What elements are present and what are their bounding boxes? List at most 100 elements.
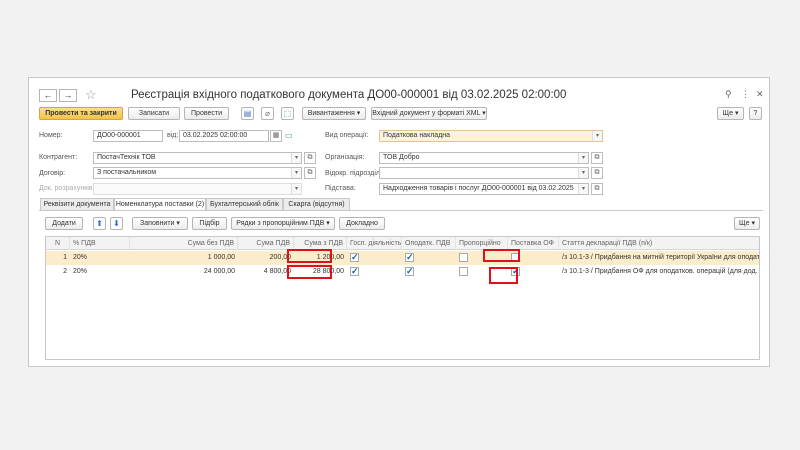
chevron-down-icon: ▾ <box>578 153 588 163</box>
forward-arrow-icon[interactable]: → <box>59 89 77 102</box>
open-link-icon[interactable]: ⧉ <box>591 152 603 164</box>
chevron-down-icon: ▾ <box>291 153 301 163</box>
calendar-icon[interactable]: ▦ <box>270 130 282 142</box>
xml-document-label: Вхідний документ у форматі XML <box>372 110 481 117</box>
open-link-icon[interactable]: ⧉ <box>304 167 316 179</box>
status-icon: ▭ <box>285 131 293 140</box>
contract-label: Договір: <box>39 170 66 177</box>
fill-label: Заповнити <box>140 220 175 227</box>
chevron-down-icon: ▾ <box>291 184 301 194</box>
basis-label: Підстава: <box>325 185 356 192</box>
favorite-star-icon[interactable]: ☆ <box>85 87 97 103</box>
highlight-fixed-asset-row-1 <box>483 249 520 262</box>
cell-vat[interactable]: 4 800,00 <box>238 265 294 279</box>
proportional-rows-label: Рядки з пропорційним ПДВ <box>236 220 325 227</box>
date-from-label: від: <box>167 132 179 139</box>
table-more-button[interactable]: Ще ▾ <box>734 217 760 230</box>
save-button[interactable]: Записати <box>128 107 180 120</box>
upload-dropdown-button[interactable]: Вивантаження ▾ <box>302 107 366 120</box>
menu-dots-icon[interactable]: ⋮ <box>741 89 750 100</box>
table-more-label: Ще <box>739 220 750 227</box>
proportional-checkbox[interactable] <box>459 267 468 276</box>
print-icon[interactable]: ▤ <box>241 107 254 120</box>
operation-value: Податкова накладна <box>383 132 451 139</box>
contract-value: З постачальником <box>97 169 157 176</box>
move-down-icon[interactable]: ⬇ <box>110 217 123 230</box>
counterparty-value: ПостачТехнік ТОВ <box>97 154 156 161</box>
proportional-rows-button[interactable]: Рядки з пропорційним ПДВ ▾ <box>231 217 335 230</box>
proportional-checkbox[interactable] <box>459 253 468 262</box>
number-field[interactable]: ДО00-000001 <box>93 130 163 142</box>
column-header-amount-no-vat[interactable]: Сума без ПДВ <box>130 237 238 250</box>
column-header-vat[interactable]: Сума ПДВ <box>238 237 294 250</box>
more-button[interactable]: Ще ▾ <box>717 107 744 120</box>
cell-declaration-item[interactable]: /з 10.1-3 / Придбання на митній територі… <box>559 251 759 265</box>
fill-dropdown-button[interactable]: Заповнити ▾ <box>132 217 188 230</box>
taxable-checkbox[interactable]: ✓ <box>405 253 414 262</box>
basis-field[interactable]: Надходження товарів і послуг ДО00-000001… <box>379 183 589 195</box>
table-row[interactable]: 2 20% 24 000,00 4 800,00 28 800,00 ✓ ✓ ✓… <box>46 265 759 279</box>
cell-declaration-item[interactable]: /з 10.1-3 / Придбання ОФ для оподатков. … <box>559 265 759 279</box>
date-value: 03.02.2025 02:00:00 <box>183 132 248 139</box>
back-arrow-icon[interactable]: ← <box>39 89 57 102</box>
attachment-icon[interactable]: ⌀ <box>261 107 274 120</box>
table-row[interactable]: 1 20% 1 000,00 200,00 1 200,00 ✓ ✓ /з 10… <box>46 251 759 265</box>
more-label: Ще <box>722 110 733 117</box>
division-label: Відокр. підрозділ: <box>325 170 382 177</box>
settlement-doc-field: ▾ <box>93 183 302 195</box>
organization-field[interactable]: ТОВ Добро ▾ <box>379 152 589 164</box>
column-header-vat-rate[interactable]: % ПДВ <box>70 237 130 250</box>
items-table: N % ПДВ Сума без ПДВ Сума ПДВ Сума з ПДВ… <box>45 236 760 360</box>
cell-amount-no-vat[interactable]: 1 000,00 <box>130 251 238 265</box>
close-icon[interactable]: ✕ <box>756 89 764 100</box>
highlight-fixed-asset-row-2 <box>489 267 518 284</box>
business-checkbox[interactable]: ✓ <box>350 253 359 262</box>
column-header-declaration[interactable]: Стаття декларації ПДВ (п/к) <box>559 237 759 250</box>
cell-n: 2 <box>63 268 67 275</box>
cell-vat[interactable]: 200,00 <box>238 251 294 265</box>
link-icon[interactable]: ⚲ <box>725 89 732 100</box>
highlight-amount-row-1 <box>287 249 332 263</box>
operation-label: Вид операції: <box>325 132 369 139</box>
business-checkbox[interactable]: ✓ <box>350 267 359 276</box>
upload-label: Вивантаження <box>307 110 355 117</box>
structure-icon[interactable]: ⬚ <box>281 107 294 120</box>
open-link-icon[interactable]: ⧉ <box>304 152 316 164</box>
organization-value: ТОВ Добро <box>383 154 420 161</box>
basis-value: Надходження товарів і послуг ДО00-000001… <box>383 185 574 192</box>
tab-complaint[interactable]: Скарга (відсутня) <box>283 198 350 210</box>
chevron-down-icon: ▾ <box>578 168 588 178</box>
post-button[interactable]: Провести <box>184 107 229 120</box>
cell-amount-no-vat[interactable]: 24 000,00 <box>130 265 238 279</box>
document-window: ← → ☆ Реєстрація вхідного податкового до… <box>28 77 770 367</box>
pick-button[interactable]: Підбір <box>192 217 227 230</box>
add-row-button[interactable]: Додати <box>45 217 83 230</box>
settlement-doc-label: Док. розрахунків: <box>39 185 95 192</box>
division-field[interactable]: ▾ <box>379 167 589 179</box>
cell-n: 1 <box>63 254 67 261</box>
open-link-icon[interactable]: ⧉ <box>591 183 603 195</box>
column-header-taxable[interactable]: Оподатк. ПДВ <box>402 237 456 250</box>
operation-select[interactable]: Податкова накладна ▾ <box>379 130 603 142</box>
tab-divider <box>39 210 763 211</box>
cell-vat-rate[interactable]: 20% <box>70 251 130 265</box>
chevron-down-icon: ▾ <box>592 131 602 141</box>
post-and-close-button[interactable]: Провести та закрити <box>39 107 123 120</box>
organization-label: Організація: <box>325 154 365 161</box>
cell-vat-rate[interactable]: 20% <box>70 265 130 279</box>
tab-accounting[interactable]: Бухгалтерський облік <box>206 198 283 210</box>
chevron-down-icon: ▾ <box>291 168 301 178</box>
contract-field[interactable]: З постачальником ▾ <box>93 167 302 179</box>
xml-document-button[interactable]: Вхідний документ у форматі XML ▾ <box>371 107 487 120</box>
details-button[interactable]: Докладно <box>339 217 385 230</box>
move-up-icon[interactable]: ⬆ <box>93 217 106 230</box>
date-field[interactable]: 03.02.2025 02:00:00 <box>179 130 269 142</box>
taxable-checkbox[interactable]: ✓ <box>405 267 414 276</box>
tab-document-details[interactable]: Реквізити документа <box>40 198 114 210</box>
column-header-n[interactable]: N <box>46 237 70 250</box>
open-link-icon[interactable]: ⧉ <box>591 167 603 179</box>
chevron-down-icon: ▾ <box>578 184 588 194</box>
counterparty-field[interactable]: ПостачТехнік ТОВ ▾ <box>93 152 302 164</box>
column-header-business[interactable]: Госп. діяльність <box>347 237 402 250</box>
help-button[interactable]: ? <box>749 107 762 120</box>
